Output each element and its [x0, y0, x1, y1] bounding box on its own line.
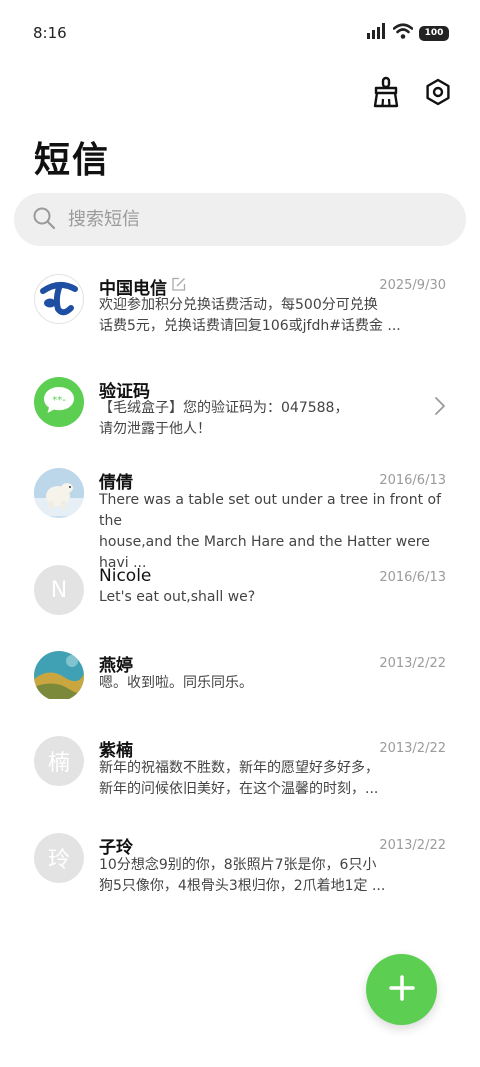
avatar — [34, 274, 84, 324]
message-preview: 10分想念9别的你，8张照片7张是你，6只小 狗5只像你，4根骨头3根归你，2爪… — [99, 855, 447, 897]
svg-text:**-: **- — [52, 395, 66, 406]
status-bar: 8:16 100 — [0, 0, 480, 66]
message-preview-line: 欢迎参加积分兑换话费活动，每500分可兑换 — [99, 297, 378, 313]
message-preview-line: 请勿泄露于他人！ — [99, 421, 211, 437]
status-time: 8:16 — [33, 24, 67, 42]
china-telecom-logo-icon — [38, 276, 80, 322]
list-item[interactable]: 楠 紫楠 2013/2/22 新年的祝福数不胜数，新年的愿望好多好多， 新年的问… — [0, 734, 480, 824]
chevron-right-icon — [434, 396, 446, 420]
message-preview-line: 嗯。收到啦。同乐同乐。 — [99, 675, 253, 691]
avatar — [34, 651, 84, 701]
message-date: 2013/2/22 — [379, 656, 446, 671]
message-preview-line: 新年的问候依旧美好，在这个温馨的时刻，... — [99, 781, 379, 797]
polar-bear-photo — [34, 468, 84, 518]
top-actions — [370, 76, 454, 112]
wifi-icon — [392, 23, 414, 43]
search-input[interactable] — [68, 209, 428, 230]
message-preview-line: Let's eat out,shall we? — [99, 589, 256, 605]
search-icon — [32, 206, 68, 234]
battery-indicator: 100 — [419, 25, 449, 41]
message-date: 2013/2/22 — [379, 741, 446, 756]
plus-icon — [387, 973, 417, 1007]
clean-button[interactable] — [370, 76, 402, 112]
avatar: N — [34, 565, 84, 615]
message-preview-line: 狗5只像你，4根骨头3根归你，2爪着地1定 ... — [99, 878, 386, 894]
list-item[interactable]: 倩倩 2016/6/13 There was a table set out u… — [0, 465, 480, 571]
landscape-photo — [34, 651, 84, 701]
new-message-button[interactable] — [366, 954, 437, 1025]
message-preview: Let's eat out,shall we? — [99, 587, 447, 608]
search-bar[interactable] — [14, 193, 466, 246]
message-bubble-icon: **- — [42, 385, 76, 419]
settings-icon — [424, 78, 452, 110]
message-preview: 欢迎参加积分兑换话费活动，每500分可兑换 话费5元，兑换话费请回复106或jf… — [99, 295, 447, 337]
settings-button[interactable] — [422, 78, 454, 110]
message-date: 2025/9/30 — [379, 278, 446, 293]
message-preview: 【毛绒盒子】您的验证码为：047588， 请勿泄露于他人！ — [99, 398, 447, 440]
avatar — [34, 468, 84, 518]
list-item[interactable]: 玲 子玲 2013/2/22 10分想念9别的你，8张照片7张是你，6只小 狗5… — [0, 831, 480, 921]
signal-icon — [367, 23, 387, 43]
avatar: 玲 — [34, 833, 84, 883]
message-date: 2013/2/22 — [379, 838, 446, 853]
broom-icon — [372, 76, 400, 112]
avatar: **- — [34, 377, 84, 427]
avatar: 楠 — [34, 736, 84, 786]
contact-name: Nicole — [99, 566, 152, 586]
page-title: 短信 — [34, 140, 111, 181]
list-item[interactable]: 中国电信 2025/9/30 欢迎参加积分兑换话费活动，每500分可兑换 话费5… — [0, 262, 480, 352]
message-date: 2016/6/13 — [379, 473, 446, 488]
message-date: 2016/6/13 — [379, 570, 446, 585]
message-preview: 嗯。收到啦。同乐同乐。 — [99, 673, 447, 694]
list-item[interactable]: **- 验证码 【毛绒盒子】您的验证码为：047588， 请勿泄露于他人！ — [0, 367, 480, 457]
message-preview-line: 话费5元，兑换话费请回复106或jfdh#话费金 ... — [99, 318, 401, 334]
message-preview-line: 10分想念9别的你，8张照片7张是你，6只小 — [99, 857, 377, 873]
status-icons: 100 — [367, 23, 449, 43]
message-preview-line: 新年的祝福数不胜数，新年的愿望好多好多， — [99, 760, 379, 776]
message-preview: 新年的祝福数不胜数，新年的愿望好多好多， 新年的问候依旧美好，在这个温馨的时刻，… — [99, 758, 447, 800]
message-preview-line: There was a table set out under a tree i… — [99, 492, 442, 529]
edit-icon — [171, 277, 186, 297]
list-item[interactable]: 燕婷 2013/2/22 嗯。收到啦。同乐同乐。 — [0, 648, 480, 738]
list-item[interactable]: N Nicole 2016/6/13 Let's eat out,shall w… — [0, 562, 480, 652]
message-preview-line: 【毛绒盒子】您的验证码为：047588， — [99, 400, 349, 416]
